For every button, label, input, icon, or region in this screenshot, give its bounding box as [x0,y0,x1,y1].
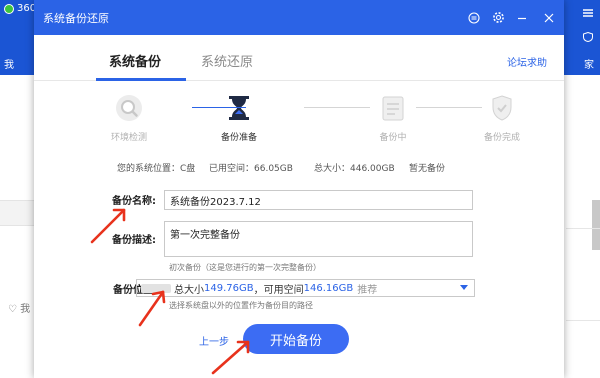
location-total-prefix: 总大小 [174,284,204,296]
location-hint: 选择系统盘以外的位置作为备份目的路径 [169,301,313,310]
description-hint: 初次备份（这是您进行的第一次完整备份） [169,263,321,272]
checkmark-icon [487,93,517,123]
app-logo-icon [4,3,14,14]
background-app-title: 360 [4,3,36,14]
forum-help-link[interactable]: 论坛求助 [507,54,547,69]
titlebar-controls [462,0,564,35]
location-total-size: 149.76GB [204,282,254,294]
background-like-item[interactable]: ♡ 我 [8,300,30,315]
backup-location-select[interactable]: 总大小 149.76GB ，可用空间 146.16GB 推荐 [136,279,475,297]
system-backup-dialog: 系统备份还原 系统备份 系统还原 论坛求助 环境检测 备份准备 备份中 备份完成… [34,0,564,378]
background-scrollbar[interactable] [592,200,600,250]
gear-icon[interactable] [486,6,510,30]
step-connector [416,107,482,108]
tab-system-backup[interactable]: 系统备份 [109,51,161,70]
drive-name-placeholder [141,283,171,293]
close-icon[interactable] [534,6,564,30]
background-nav-right[interactable]: 家 [584,56,594,71]
active-tab-indicator [96,78,186,81]
step-label-backing-up: 备份中 [379,133,407,143]
skin-icon[interactable] [462,6,486,30]
location-free-space: 146.16GB [303,282,354,294]
recommended-badge: 推荐 [357,284,378,296]
background-menu-icon[interactable] [582,8,594,18]
system-location: 您的系统位置：C盘 [117,164,196,174]
background-divider [566,320,600,321]
step-label-done: 备份完成 [483,133,520,143]
background-nav-left[interactable]: 我 [4,56,14,71]
location-free-prefix: ，可用空间 [253,284,304,296]
chevron-down-icon[interactable] [460,285,468,290]
background-shield-icon[interactable] [582,32,594,42]
background-banner-strip [0,200,34,226]
previous-step-link[interactable]: 上一步 [199,333,229,348]
backup-description-textarea[interactable]: 第一次完整备份 [164,221,473,257]
step-label-env-check: 环境检测 [110,133,147,143]
backup-description-label: 备份描述: [112,235,156,246]
document-icon [378,93,408,123]
step-connector [304,107,370,108]
used-space: 已用空间：66.05GB [209,164,293,174]
dialog-title: 系统备份还原 [43,11,109,25]
background-divider [566,228,600,229]
step-connector [192,107,246,108]
minimize-icon[interactable] [510,6,534,30]
total-size: 总大小：446.00GB [314,164,395,174]
backup-name-label: 备份名称: [112,196,156,207]
magnifier-icon [114,93,144,123]
backup-status: 暂无备份 [409,164,446,174]
start-backup-button[interactable]: 开始备份 [243,324,349,354]
step-label-prepare: 备份准备 [220,133,257,143]
hourglass-icon [224,93,254,123]
tab-bar: 系统备份 系统还原 [34,35,564,81]
backup-name-input[interactable] [164,190,473,210]
tab-system-restore[interactable]: 系统还原 [201,51,253,70]
